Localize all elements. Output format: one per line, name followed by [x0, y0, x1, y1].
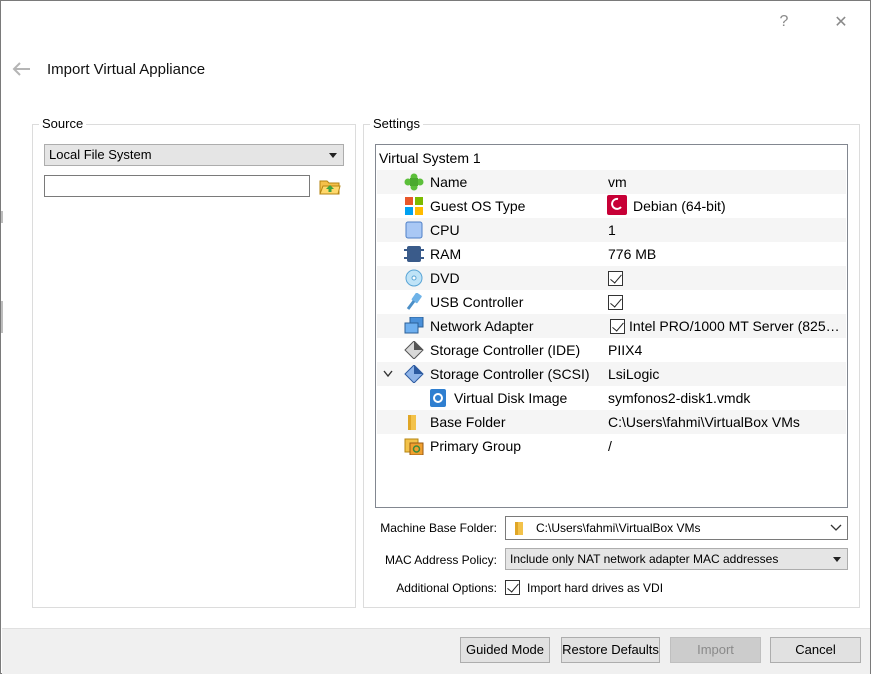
row-value: vm [608, 174, 627, 190]
row-value: LsiLogic [608, 366, 660, 382]
network-adapter-checkbox[interactable] [610, 317, 625, 334]
machine-base-folder-label: Machine Base Folder: [380, 521, 497, 535]
dvd-checkbox[interactable] [608, 269, 623, 286]
row-value: 1 [608, 222, 616, 238]
row-label: Storage Controller (IDE) [430, 342, 581, 358]
row-label: Name [430, 174, 468, 190]
source-combo-value: Local File System [49, 147, 152, 162]
group-icon [404, 438, 424, 455]
machine-base-folder-combo[interactable]: C:\Users\fahmi\VirtualBox VMs [505, 516, 848, 540]
restore-defaults-button[interactable]: Restore Defaults [561, 637, 660, 663]
row-label: Network Adapter [430, 318, 534, 334]
page-title: Import Virtual Appliance [47, 61, 206, 78]
machine-base-folder-value: C:\Users\fahmi\VirtualBox VMs [536, 521, 701, 535]
row-dvd[interactable]: DVD [377, 266, 846, 290]
additional-options-label: Additional Options: [396, 581, 497, 595]
folder-icon [408, 415, 416, 430]
row-label: Primary Group [430, 438, 522, 454]
choose-file-button[interactable] [319, 176, 341, 196]
row-value: PIIX4 [608, 342, 643, 358]
chevron-down-icon[interactable] [383, 370, 393, 378]
dropdown-arrow-icon [329, 153, 337, 158]
row-virtual-disk-image[interactable]: Virtual Disk Image symfonos2-disk1.vmdk [377, 386, 846, 410]
row-value: Debian (64-bit) [633, 198, 726, 214]
row-value: 776 MB [608, 246, 657, 262]
tree-root-virtual-system[interactable]: Virtual System 1 [379, 150, 481, 166]
mac-policy-combo[interactable]: Include only NAT network adapter MAC add… [505, 548, 848, 570]
row-value: Intel PRO/1000 MT Server (825… [629, 318, 840, 334]
row-label: Virtual Disk Image [454, 390, 568, 406]
import-vdi-label[interactable]: Import hard drives as VDI [527, 581, 663, 595]
usb-controller-checkbox[interactable] [608, 293, 623, 310]
row-cpu[interactable]: CPU 1 [377, 218, 846, 242]
row-value: C:\Users\fahmi\VirtualBox VMs [608, 414, 800, 430]
import-appliance-dialog: ? ✕ Import Virtual Appliance Source Loca… [0, 0, 871, 674]
ide-controller-icon [404, 341, 424, 359]
appliance-settings-tree[interactable]: Virtual System 1 Name vm Guest OS Type D… [375, 144, 848, 508]
back-arrow-icon [12, 62, 30, 76]
row-name[interactable]: Name vm [377, 170, 846, 194]
guided-mode-button[interactable]: Guided Mode [460, 637, 550, 663]
row-value: / [608, 438, 612, 454]
disk-image-icon [430, 389, 446, 407]
row-label: DVD [430, 270, 460, 286]
chevron-down-icon [830, 524, 842, 531]
help-button[interactable]: ? [769, 9, 799, 35]
row-label: USB Controller [430, 294, 524, 310]
source-legend: Source [39, 116, 87, 131]
row-storage-controller-scsi[interactable]: Storage Controller (SCSI) LsiLogic [377, 362, 846, 386]
folder-icon [515, 522, 523, 535]
help-icon: ? [779, 13, 789, 30]
row-network-adapter[interactable]: Network Adapter Intel PRO/1000 MT Server… [377, 314, 846, 338]
os-type-icon [405, 197, 423, 215]
edge-mark [1, 211, 3, 223]
ram-icon [404, 246, 424, 262]
network-icon [404, 317, 424, 334]
row-storage-controller-ide[interactable]: Storage Controller (IDE) PIIX4 [377, 338, 846, 362]
edge-mark [1, 301, 3, 333]
row-label: Storage Controller (SCSI) [430, 366, 590, 382]
puzzle-icon [404, 173, 424, 191]
row-label: CPU [430, 222, 460, 238]
dvd-icon [405, 269, 423, 287]
row-ram[interactable]: RAM 776 MB [377, 242, 846, 266]
row-label: Base Folder [430, 414, 506, 430]
close-icon: ✕ [834, 14, 848, 31]
back-button[interactable] [11, 59, 33, 79]
file-path-input[interactable] [44, 175, 310, 197]
close-button[interactable]: ✕ [826, 9, 856, 35]
source-combo[interactable]: Local File System [44, 144, 344, 166]
dropdown-arrow-icon [833, 557, 841, 562]
row-label: RAM [430, 246, 462, 262]
mac-policy-label: MAC Address Policy: [384, 553, 497, 567]
usb-icon [406, 293, 422, 310]
import-button[interactable]: Import [670, 637, 761, 663]
scsi-controller-icon [404, 365, 424, 383]
row-label: Guest OS Type [430, 198, 526, 214]
row-value: symfonos2-disk1.vmdk [608, 390, 751, 406]
row-usb-controller[interactable]: USB Controller [377, 290, 846, 314]
row-primary-group[interactable]: Primary Group / [377, 434, 846, 458]
row-base-folder[interactable]: Base Folder C:\Users\fahmi\VirtualBox VM… [377, 410, 846, 434]
mac-policy-value: Include only NAT network adapter MAC add… [510, 552, 779, 566]
cpu-icon [405, 221, 423, 239]
debian-logo-icon [607, 195, 627, 218]
cancel-button[interactable]: Cancel [770, 637, 861, 663]
row-guest-os-type[interactable]: Guest OS Type Debian (64-bit) [377, 194, 846, 218]
settings-legend: Settings [370, 116, 423, 131]
folder-open-icon [319, 180, 341, 195]
import-vdi-checkbox[interactable] [505, 579, 520, 596]
